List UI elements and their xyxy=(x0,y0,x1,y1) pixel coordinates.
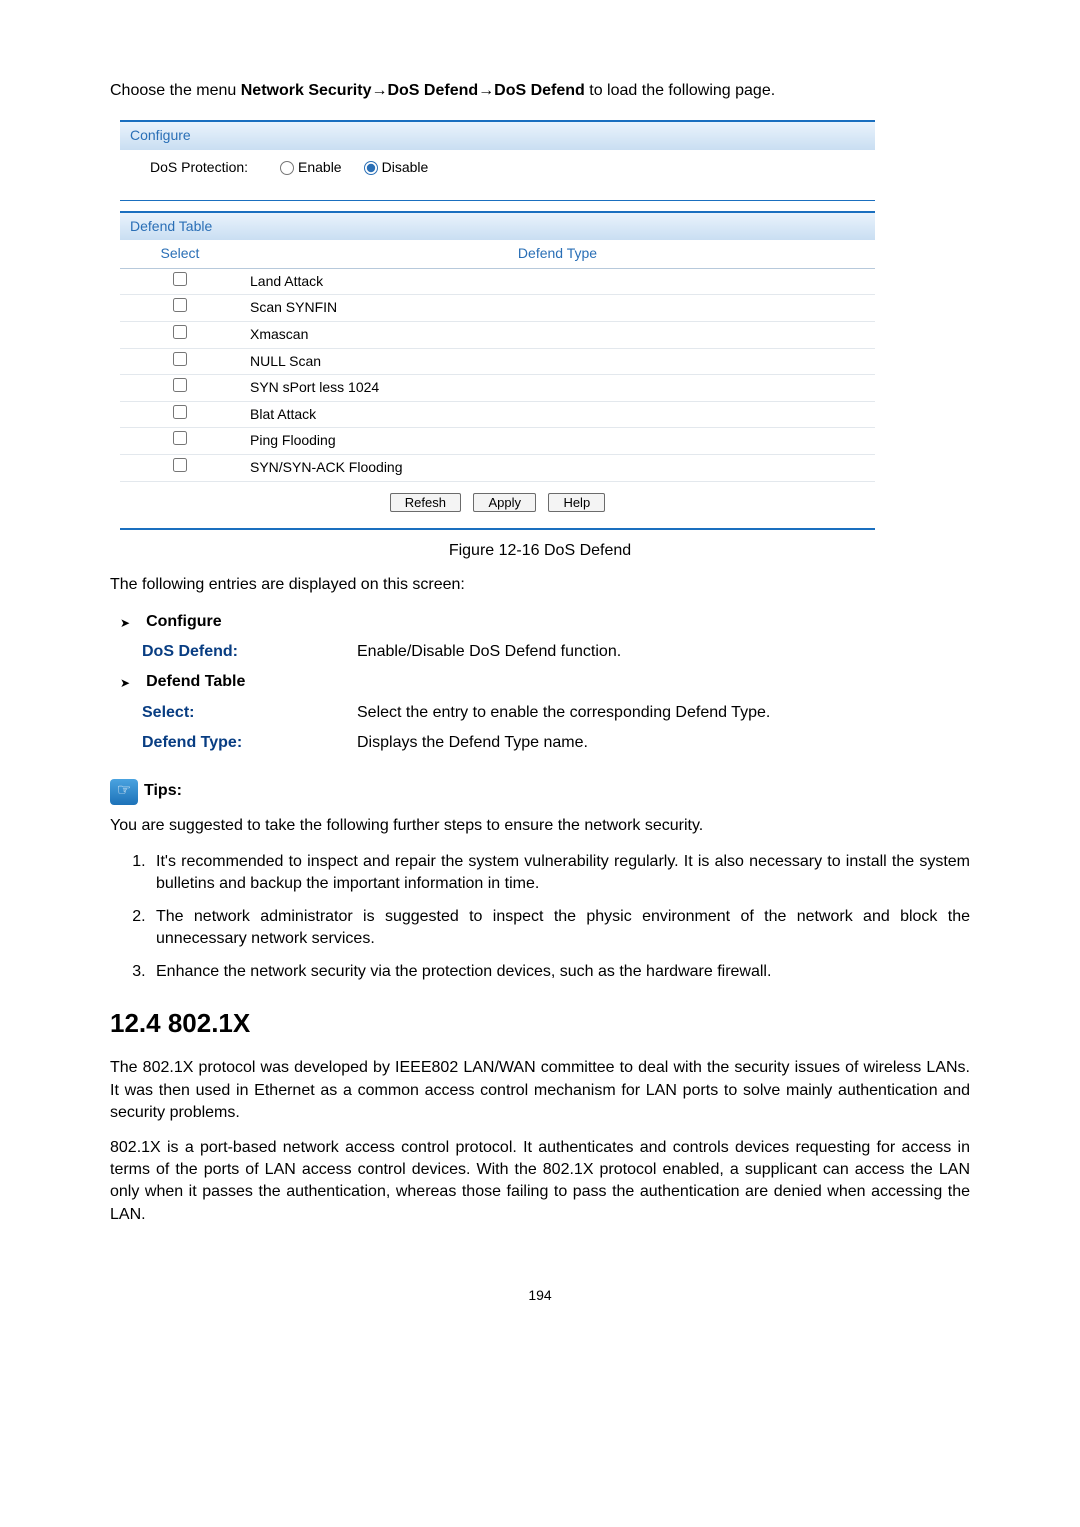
row-checkbox[interactable] xyxy=(173,272,187,286)
triangle-icon: ➤ xyxy=(120,611,130,632)
defend-table-panel: Defend Table Select Defend Type Land Att… xyxy=(120,211,875,530)
help-button[interactable]: Help xyxy=(548,493,605,512)
row-label: Scan SYNFIN xyxy=(240,295,875,322)
section-p2: 802.1X is a port-based network access co… xyxy=(110,1137,970,1227)
table-row: Blat Attack xyxy=(120,401,875,428)
row-checkbox[interactable] xyxy=(173,405,187,419)
table-row: SYN/SYN-ACK Flooding xyxy=(120,454,875,481)
intro-suffix: to load the following page. xyxy=(585,82,775,99)
def-value: Displays the Defend Type name. xyxy=(357,732,970,754)
row-checkbox[interactable] xyxy=(173,458,187,472)
entries-intro: The following entries are displayed on t… xyxy=(110,574,970,596)
refresh-button[interactable]: Refesh xyxy=(390,493,461,512)
table-row: Xmascan xyxy=(120,321,875,348)
def-row: Defend Type: Displays the Defend Type na… xyxy=(142,732,970,754)
intro-line: Choose the menu Network Security→DoS Def… xyxy=(110,80,970,102)
table-row: NULL Scan xyxy=(120,348,875,375)
def-label: DoS Defend: xyxy=(142,641,357,663)
figure-caption: Figure 12-16 DoS Defend xyxy=(110,540,970,562)
table-row: Land Attack xyxy=(120,268,875,295)
table-row: SYN sPort less 1024 xyxy=(120,375,875,402)
def-label: Select: xyxy=(142,702,357,724)
configure-heading-line: ➤ Configure xyxy=(120,611,970,633)
configure-heading: Configure xyxy=(146,611,222,633)
row-label: NULL Scan xyxy=(240,348,875,375)
defend-heading: Defend Table xyxy=(146,671,245,693)
enable-radio-label: Enable xyxy=(298,158,342,178)
row-checkbox[interactable] xyxy=(173,378,187,392)
configure-panel-title: Configure xyxy=(120,122,875,150)
row-label: Xmascan xyxy=(240,321,875,348)
row-checkbox[interactable] xyxy=(173,325,187,339)
def-row: DoS Defend: Enable/Disable DoS Defend fu… xyxy=(142,641,970,663)
row-checkbox[interactable] xyxy=(173,298,187,312)
row-label: SYN/SYN-ACK Flooding xyxy=(240,454,875,481)
dos-protection-label: DoS Protection: xyxy=(150,158,280,178)
def-value: Select the entry to enable the correspon… xyxy=(357,702,970,724)
def-value: Enable/Disable DoS Defend function. xyxy=(357,641,970,663)
col-defend-type: Defend Type xyxy=(240,240,875,268)
table-row: Scan SYNFIN xyxy=(120,295,875,322)
row-label: Blat Attack xyxy=(240,401,875,428)
table-row: Ping Flooding xyxy=(120,428,875,455)
defend-table: Select Defend Type Land Attack Scan SYNF… xyxy=(120,240,875,481)
disable-radio-item[interactable]: Disable xyxy=(364,158,429,178)
list-item: It's recommended to inspect and repair t… xyxy=(150,851,970,896)
hand-point-icon: ☞ xyxy=(110,779,138,805)
row-checkbox[interactable] xyxy=(173,352,187,366)
section-heading: 12.4 802.1X xyxy=(110,1005,970,1041)
defend-table-title: Defend Table xyxy=(120,213,875,241)
row-checkbox[interactable] xyxy=(173,431,187,445)
row-label: Ping Flooding xyxy=(240,428,875,455)
disable-radio[interactable] xyxy=(364,161,378,175)
disable-radio-label: Disable xyxy=(382,158,429,178)
section-p1: The 802.1X protocol was developed by IEE… xyxy=(110,1057,970,1124)
intro-path: Network Security→DoS Defend→DoS Defend xyxy=(241,82,585,99)
configure-panel: Configure DoS Protection: Enable Disable xyxy=(120,120,875,200)
def-label: Defend Type: xyxy=(142,732,357,754)
tips-list: It's recommended to inspect and repair t… xyxy=(132,851,970,983)
tips-title: Tips: xyxy=(144,780,182,802)
def-row: Select: Select the entry to enable the c… xyxy=(142,702,970,724)
tips-heading: ☞ Tips: xyxy=(110,779,970,805)
defend-heading-line: ➤ Defend Table xyxy=(120,671,970,693)
list-item: Enhance the network security via the pro… xyxy=(150,961,970,983)
enable-radio-item[interactable]: Enable xyxy=(280,158,342,178)
apply-button[interactable]: Apply xyxy=(473,493,536,512)
col-select: Select xyxy=(120,240,240,268)
triangle-icon: ➤ xyxy=(120,671,130,692)
intro-prefix: Choose the menu xyxy=(110,82,241,99)
row-label: SYN sPort less 1024 xyxy=(240,375,875,402)
dos-protection-radio-group: Enable Disable xyxy=(280,158,428,178)
tips-intro: You are suggested to take the following … xyxy=(110,815,970,837)
row-label: Land Attack xyxy=(240,268,875,295)
page-number: 194 xyxy=(110,1286,970,1306)
list-item: The network administrator is suggested t… xyxy=(150,906,970,951)
enable-radio[interactable] xyxy=(280,161,294,175)
button-row: Refesh Apply Help xyxy=(120,482,875,514)
